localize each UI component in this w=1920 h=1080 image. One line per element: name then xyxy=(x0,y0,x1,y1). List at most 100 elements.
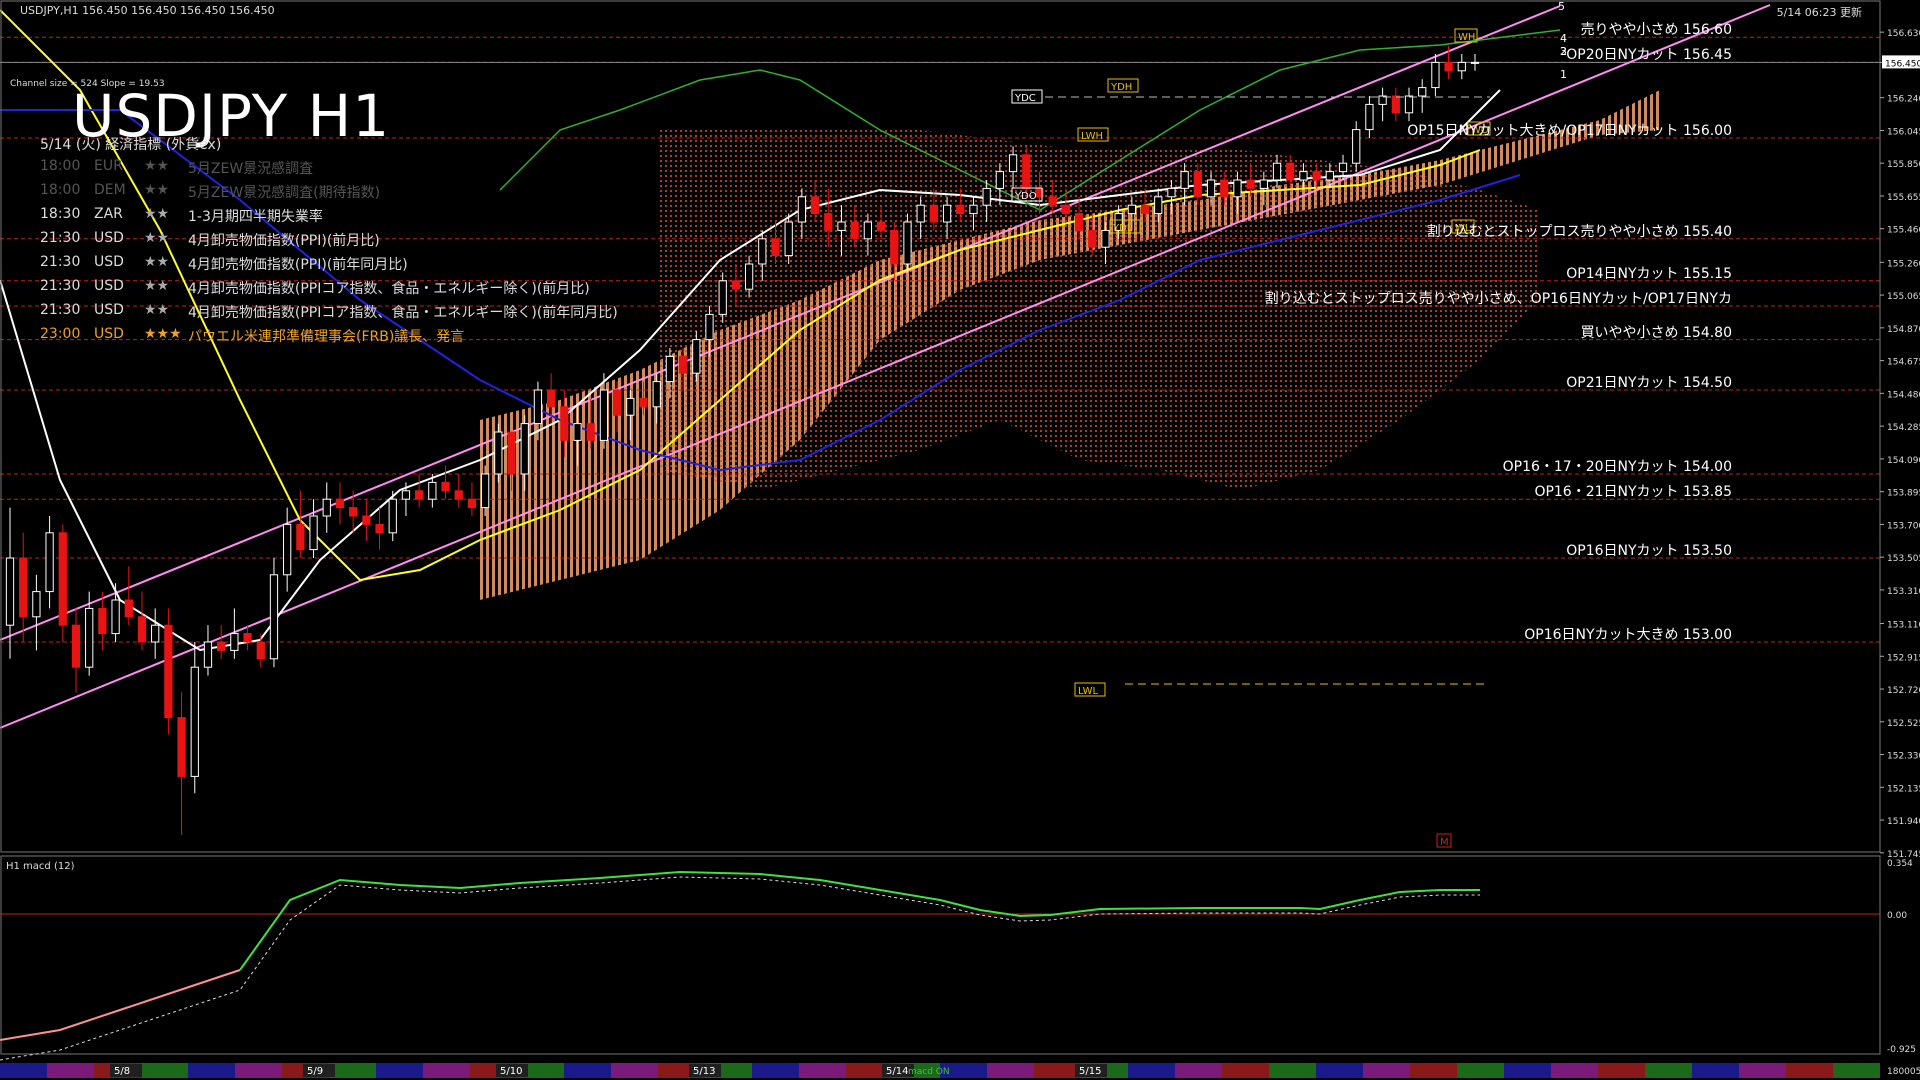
candle-body xyxy=(415,490,424,500)
candle-body xyxy=(322,498,331,517)
session-block xyxy=(1410,1063,1457,1078)
candle-body xyxy=(111,599,120,635)
y-tick-label: 156.630 xyxy=(1887,29,1920,39)
candle-body xyxy=(995,171,1004,189)
candle-body xyxy=(982,187,991,206)
session-block xyxy=(564,1063,611,1078)
candle-body xyxy=(784,221,793,257)
y-tick-label: 154.870 xyxy=(1887,325,1920,335)
candle-body xyxy=(1220,179,1229,198)
candle-body xyxy=(1246,179,1255,189)
event-stars: ★★ xyxy=(144,278,170,294)
event-time: 21:30 xyxy=(40,230,81,246)
time-bar: 5/8 5/9 5/10 5/13 5/14 5/15 macd ON 180005 xyxy=(0,1063,1920,1078)
session-block xyxy=(1175,1063,1222,1078)
candle-body xyxy=(599,389,609,441)
event-text: 4月卸売物価指数(PPIコア指数、食品・エネルギー除く)(前年同月比) xyxy=(188,305,618,321)
lwh-marker: LWH xyxy=(1081,131,1103,142)
event-text: パウエル米連邦準備理事会(FRB)議長、発言 xyxy=(188,329,465,345)
candle-body xyxy=(256,641,265,660)
candle-body xyxy=(797,196,807,223)
y-tick-label: 153.110 xyxy=(1887,621,1920,631)
candle-body xyxy=(243,633,252,643)
pivot-label: 1 xyxy=(1560,68,1567,81)
event-ccy: USD xyxy=(94,278,124,294)
y-tick-label: 153.505 xyxy=(1887,554,1920,564)
candle-body xyxy=(98,607,107,635)
y-tick-label: 152.525 xyxy=(1887,719,1920,729)
event-text: 4月卸売物価指数(PPI)(前月比) xyxy=(188,233,380,249)
ydl-marker: YDL xyxy=(1112,223,1133,234)
candle-body xyxy=(1101,229,1110,248)
macd-border xyxy=(0,855,1881,1055)
level-label: 割り込むとストップロス売りやや小さめ、OP16日NYカット/OP17日NYカ xyxy=(1264,291,1732,307)
candle-body xyxy=(71,624,81,668)
candle-body xyxy=(58,532,67,626)
update-timestamp: 5/14 06:23 更新 xyxy=(1776,6,1862,19)
candle-body xyxy=(1206,179,1216,198)
candle-body xyxy=(1272,162,1282,181)
y-tick-label: 156.045 xyxy=(1887,127,1920,137)
event-stars: ★★★ xyxy=(144,326,182,342)
event-text: 5月ZEW景況感調査(期待指数) xyxy=(188,185,381,201)
session-block xyxy=(1645,1063,1692,1078)
y-tick-label: 155.460 xyxy=(1887,226,1920,236)
level-label: OP21日NYカット 154.50 xyxy=(1566,375,1732,391)
candle-body xyxy=(1180,171,1189,189)
candle-body xyxy=(546,389,556,408)
events-heading: 5/14 (火) 経済指標 (外貨ex) xyxy=(40,137,222,153)
candle-body xyxy=(639,397,648,408)
wh-marker: WH xyxy=(1458,32,1475,43)
lwl-marker: LWL xyxy=(1078,686,1099,697)
candle-body xyxy=(1140,204,1150,215)
candle-body xyxy=(1233,179,1242,198)
y-tick-label: 151.940 xyxy=(1887,817,1920,827)
candle-body xyxy=(1404,95,1414,114)
session-block xyxy=(1504,1063,1551,1078)
candle-body xyxy=(454,490,463,500)
level-label: 割り込むとストップロス売りやや小さめ 155.40 xyxy=(1426,223,1732,240)
event-ccy: EUR xyxy=(94,158,123,174)
candle-body xyxy=(269,574,279,660)
y-tick-label: 154.090 xyxy=(1887,456,1920,466)
candle-body xyxy=(942,204,952,223)
candle-body xyxy=(678,355,688,374)
candle-body xyxy=(573,423,582,441)
candle-body xyxy=(1259,179,1268,189)
y-tick-label: 155.850 xyxy=(1887,160,1920,170)
session-block xyxy=(1833,1063,1880,1078)
candle-body xyxy=(362,515,371,525)
candle-body xyxy=(177,717,186,777)
session-block xyxy=(0,1063,47,1078)
event-row: 18:00 EUR ★★ 5月ZEW景況感調査 xyxy=(0,158,700,178)
session-block xyxy=(376,1063,423,1078)
macd-axis-label: -0.925 xyxy=(1887,1045,1916,1055)
candle-body xyxy=(1022,154,1031,189)
y-tick-label: 155.260 xyxy=(1887,259,1920,269)
macd-on-tag: macd ON xyxy=(908,1067,950,1077)
y-tick-label: 153.700 xyxy=(1887,521,1920,531)
candle-body xyxy=(85,607,94,668)
session-block xyxy=(1551,1063,1598,1078)
candle-body xyxy=(296,523,305,551)
candle-body xyxy=(164,624,173,719)
candle-body xyxy=(626,397,635,416)
candle-body xyxy=(1088,229,1097,248)
event-stars: ★★ xyxy=(144,182,170,198)
session-block xyxy=(1269,1063,1316,1078)
candle-body xyxy=(1352,129,1361,164)
candle-body xyxy=(665,355,675,383)
candle-body xyxy=(1127,204,1136,215)
event-row: 23:00 USD ★★★ パウエル米連邦準備理事会(FRB)議長、発言 xyxy=(0,326,700,346)
event-time: 21:30 xyxy=(40,254,81,270)
current-price-label: 156.450 xyxy=(1885,59,1920,69)
ydc-marker: YDC xyxy=(1014,93,1036,104)
session-block xyxy=(1786,1063,1833,1078)
candle-body xyxy=(1074,213,1084,231)
y-tick-label: 154.675 xyxy=(1887,358,1920,368)
candle-body xyxy=(1008,154,1018,173)
candle-body xyxy=(837,221,846,231)
y-tick-label: 155.065 xyxy=(1887,292,1920,302)
y-tick-label: 152.135 xyxy=(1887,784,1920,794)
event-row: 21:30 USD ★★ 4月卸売物価指数(PPIコア指数、食品・エネルギー除く)(前… xyxy=(0,278,700,298)
